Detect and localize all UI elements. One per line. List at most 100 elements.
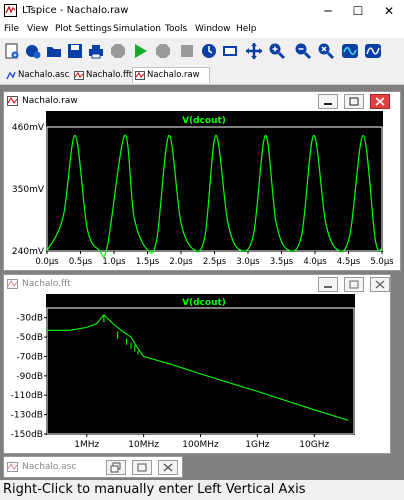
- raw-plot-area[interactable]: V(dcout) 460mV 350mV 240mV 0.0µs 0.5µs 1.0µs…: [4, 111, 400, 270]
- tab-nachalo-raw[interactable]: Nachalo.raw: [132, 67, 210, 83]
- minimize-icon: [324, 103, 332, 105]
- raw-x-tick-label[interactable]: 2.5µs: [203, 257, 227, 267]
- fft-y-tick-label[interactable]: -90dB: [16, 372, 43, 382]
- restore-icon: [110, 462, 121, 473]
- maximize-button[interactable]: ☐: [343, 0, 373, 22]
- asc-restore-button[interactable]: [106, 460, 126, 475]
- maximize-icon: [349, 280, 359, 289]
- fft-right-strip: [355, 294, 390, 453]
- fft-trace-label[interactable]: V(dcout): [182, 298, 226, 308]
- schematic-icon: [6, 71, 16, 80]
- fft-y-tick-label[interactable]: -50dB: [16, 333, 43, 343]
- raw-x-tick-label[interactable]: 4.0µs: [303, 257, 327, 267]
- fft-y-tick-label[interactable]: -150dB: [11, 430, 43, 440]
- fft-y-tick-label[interactable]: -130dB: [11, 411, 43, 421]
- raw-plot-frame: [46, 126, 383, 252]
- close-icon: [375, 280, 385, 289]
- new-schematic-icon[interactable]: [3, 42, 21, 60]
- raw-x-tick-label[interactable]: 3.5µs: [270, 257, 294, 267]
- fft-x-tick-label[interactable]: 100MHz: [182, 440, 219, 450]
- run-icon[interactable]: [131, 42, 149, 60]
- pan-icon[interactable]: [245, 42, 263, 60]
- fft-x-tick-label[interactable]: 10MHz: [128, 440, 159, 450]
- stop-icon[interactable]: [109, 42, 127, 60]
- fft-x-tick-label[interactable]: 1GHz: [245, 440, 269, 450]
- print-icon[interactable]: [87, 42, 105, 60]
- close-icon: [375, 97, 385, 106]
- app-title-bar: LTspice - Nachalo.raw ─ ☐ ✕: [0, 0, 404, 22]
- raw-y-tick-label[interactable]: 240mV: [12, 247, 45, 257]
- raw-x-tick-label[interactable]: 2.0µs: [169, 257, 193, 267]
- ltspice-app-icon: [4, 4, 17, 17]
- fft-close-button[interactable]: [370, 277, 390, 292]
- settings-icon[interactable]: [221, 42, 239, 60]
- fft-y-tick-label[interactable]: -30dB: [16, 314, 43, 324]
- zoom-out-icon[interactable]: [294, 42, 312, 60]
- raw-minimize-button[interactable]: [318, 94, 338, 109]
- fft-x-tick-label[interactable]: 1MHz: [74, 440, 99, 450]
- raw-right-strip: [383, 111, 400, 270]
- minimize-button[interactable]: ─: [313, 0, 343, 22]
- menu-plot-settings[interactable]: Plot Settings: [55, 24, 112, 34]
- raw-x-tick-label[interactable]: 5.0µs: [370, 257, 394, 267]
- close-button[interactable]: ✕: [374, 0, 404, 22]
- maximize-icon: [349, 97, 359, 106]
- menu-window[interactable]: Window: [195, 24, 231, 34]
- fft-y-tick-label[interactable]: -110dB: [11, 391, 43, 401]
- fft-plot-area[interactable]: V(dcout) -30dB -50dB -70dB -90dB -110dB -130d…: [4, 294, 390, 453]
- raw-waveform-chart[interactable]: V(dcout) 460mV 350mV 240mV 0.0µs 0.5µs 1.0µs…: [4, 111, 400, 270]
- mdi-workspace: Nachalo.raw V(dcout) 460mV 350mV 240mV 0.0…: [0, 85, 404, 480]
- autorange-icon[interactable]: [341, 42, 359, 60]
- asc-close-button[interactable]: [158, 460, 178, 475]
- asc-maximize-button[interactable]: [132, 460, 152, 475]
- menu-simulation[interactable]: Simulation: [113, 24, 161, 34]
- open-icon[interactable]: [45, 42, 63, 60]
- raw-x-tick-label[interactable]: 0.5µs: [69, 257, 93, 267]
- raw-maximize-button[interactable]: [344, 94, 364, 109]
- raw-trace-label[interactable]: V(dcout): [182, 116, 226, 126]
- fft-plot-frame: [46, 307, 355, 435]
- raw-y-tick-label[interactable]: 350mV: [12, 185, 45, 195]
- raw-x-tick-label[interactable]: 0.0µs: [35, 257, 59, 267]
- save-icon[interactable]: [66, 42, 84, 60]
- menu-file[interactable]: File: [4, 24, 19, 34]
- halt-icon[interactable]: [154, 42, 172, 60]
- minimize-icon: [324, 286, 332, 288]
- control-panel-icon[interactable]: [200, 42, 218, 60]
- waveform-doc-icon: [7, 279, 18, 289]
- raw-trace-line[interactable]: [46, 134, 383, 258]
- close-icon: [163, 463, 173, 472]
- tab-label: Nachalo.asc: [18, 70, 70, 80]
- toolbar: [0, 38, 404, 67]
- status-text: Right-Click to manually enter Left Verti…: [3, 482, 306, 497]
- tab-label: Nachalo.raw: [147, 70, 200, 80]
- asc-minimized-window[interactable]: Nachalo.asc: [3, 456, 183, 478]
- new-symbol-icon[interactable]: [24, 42, 42, 60]
- raw-close-button[interactable]: [370, 94, 390, 109]
- fft-y-tick-label[interactable]: -70dB: [16, 352, 43, 362]
- waveform-doc-icon: [74, 71, 84, 80]
- document-tab-bar: Nachalo.asc Nachalo.fft Nachalo.raw: [0, 66, 404, 85]
- pause-icon[interactable]: [178, 42, 196, 60]
- zoom-fit-icon[interactable]: [317, 42, 335, 60]
- fft-trace-line[interactable]: [47, 313, 349, 421]
- asc-window-title: Nachalo.asc: [22, 462, 77, 472]
- menu-view[interactable]: View: [27, 24, 48, 34]
- fft-spectrum-chart[interactable]: V(dcout) -30dB -50dB -70dB -90dB -110dB -130d…: [4, 294, 390, 453]
- raw-window-titlebar: Nachalo.raw: [4, 92, 400, 110]
- fft-minimize-button[interactable]: [318, 277, 338, 292]
- raw-x-tick-label[interactable]: 1.0µs: [102, 257, 126, 267]
- waveform-doc-icon: [7, 96, 18, 106]
- raw-y-tick-label[interactable]: 460mV: [12, 123, 45, 133]
- raw-x-tick-label[interactable]: 3.0µs: [236, 257, 260, 267]
- zoom-in-icon[interactable]: [268, 42, 286, 60]
- maximize-icon: [137, 463, 147, 472]
- raw-x-tick-label[interactable]: 4.5µs: [337, 257, 361, 267]
- waveform-icon[interactable]: [364, 42, 382, 60]
- menu-help[interactable]: Help: [236, 24, 257, 34]
- tab-label: Nachalo.fft: [86, 70, 133, 80]
- menu-tools[interactable]: Tools: [165, 24, 187, 34]
- fft-x-tick-label[interactable]: 10GHz: [299, 440, 329, 450]
- raw-x-tick-label[interactable]: 1.5µs: [136, 257, 160, 267]
- fft-maximize-button[interactable]: [344, 277, 364, 292]
